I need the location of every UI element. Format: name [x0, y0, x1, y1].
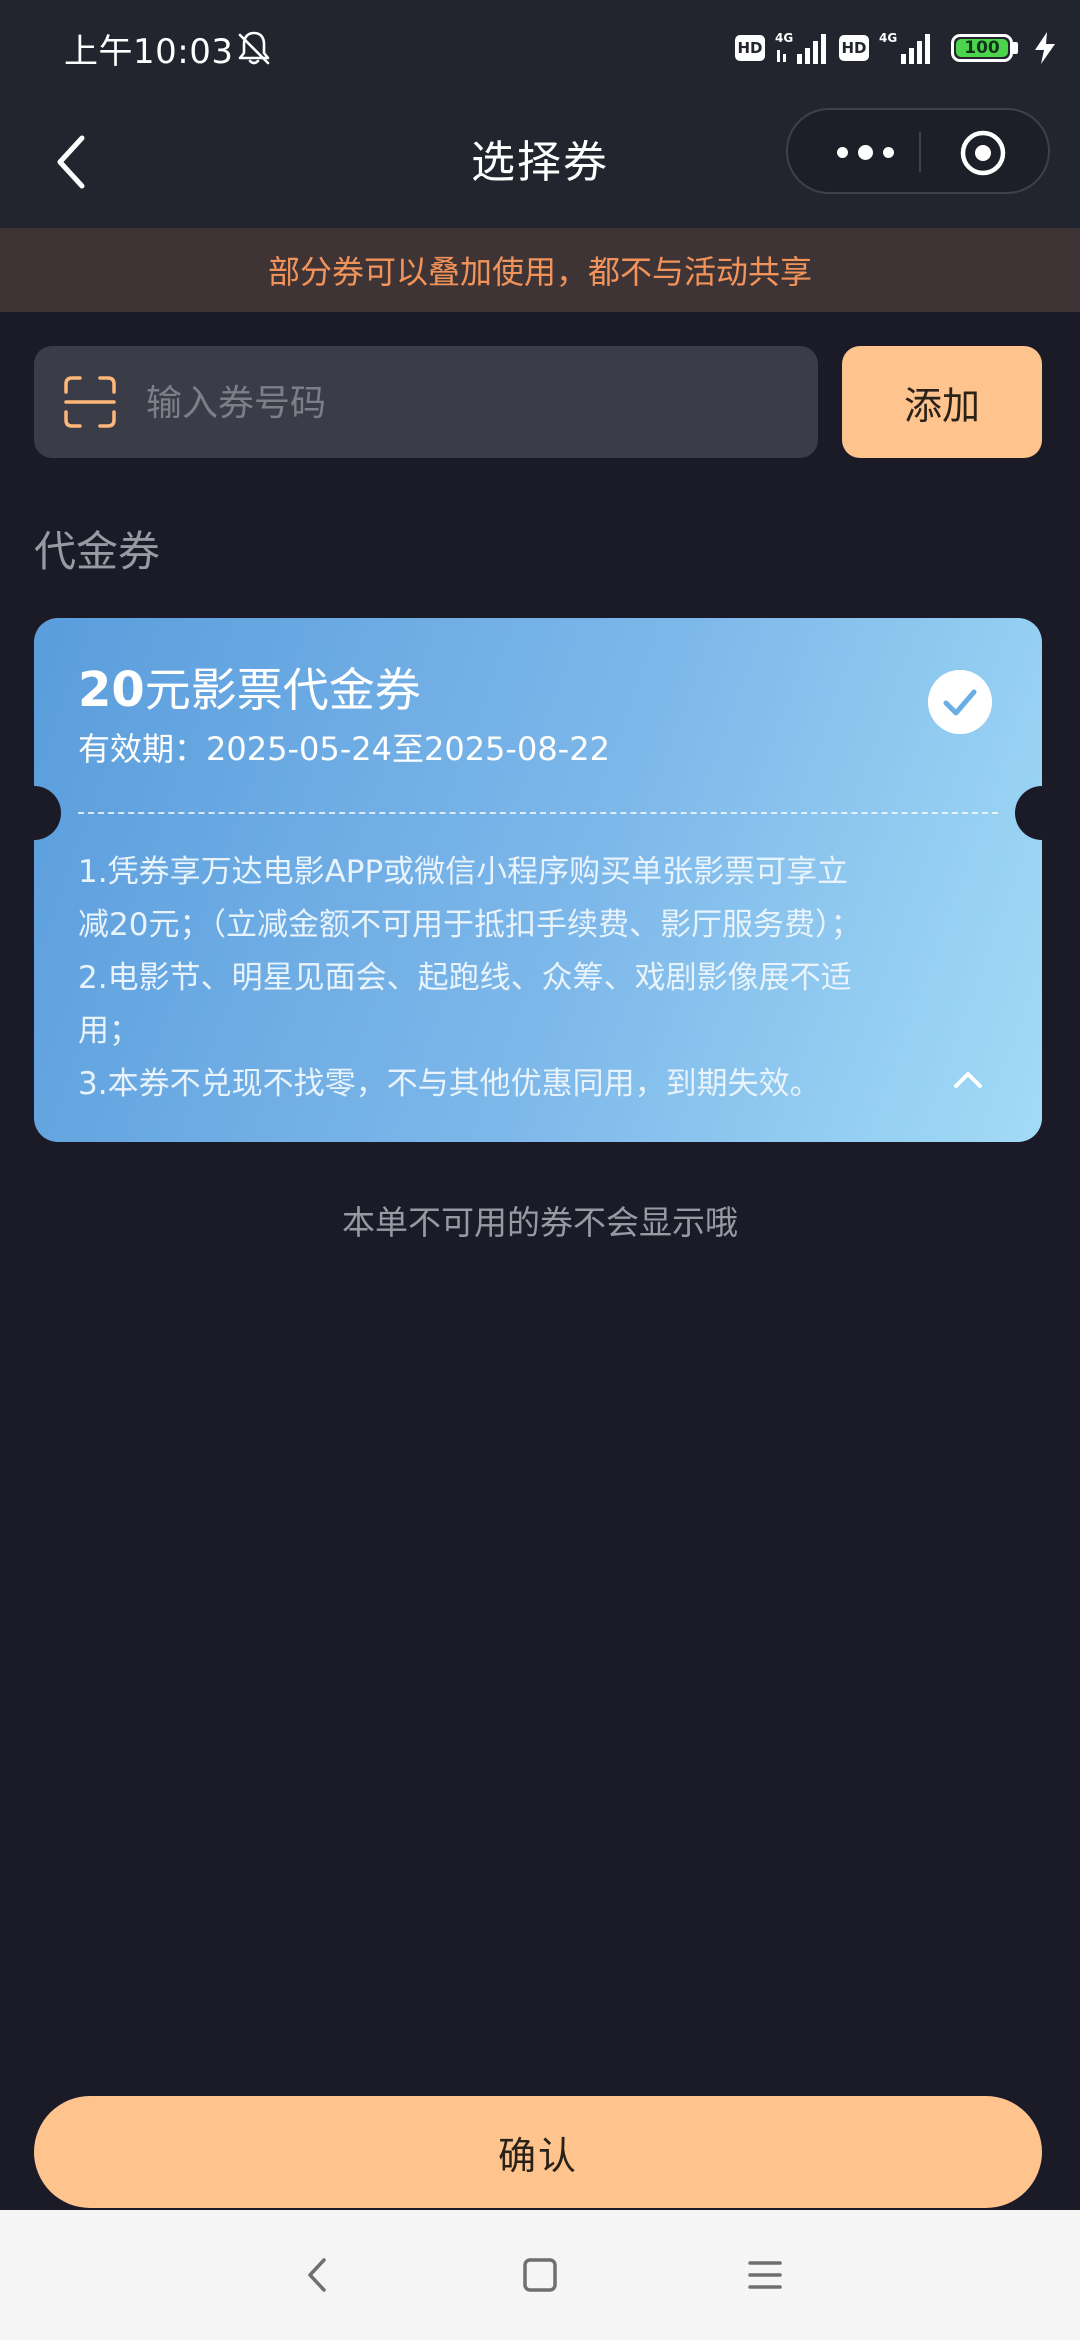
target-close-icon[interactable]: [960, 130, 1006, 176]
add-coupon-button[interactable]: 添加: [842, 346, 1042, 458]
chevron-up-icon[interactable]: [946, 1058, 990, 1102]
coupon-rule-line: 2.电影节、明星见面会、起跑线、众筹、戏剧影像展不适: [78, 960, 852, 996]
battery-level: 100: [956, 38, 1008, 58]
confirm-button[interactable]: 确认: [34, 2096, 1042, 2208]
system-nav-bar: [0, 2210, 1080, 2340]
coupon-title: 20 元影票代金券: [78, 654, 421, 720]
coupon-rule-line: 1.凭券享万达电影APP或微信小程序购买单张影票可享立: [78, 854, 849, 890]
scan-icon[interactable]: [62, 374, 118, 430]
miniprogram-capsule: [786, 108, 1050, 194]
hd-badge: HD: [839, 35, 869, 61]
coupon-code-input[interactable]: [144, 346, 788, 460]
system-home-icon[interactable]: [515, 2250, 565, 2300]
hd-badge: HD: [735, 35, 765, 61]
coupon-rules: 1.凭券享万达电影APP或微信小程序购买单张影票可享立 减20元；（立减金额不可…: [78, 846, 958, 1111]
network-label: 4G: [775, 31, 793, 45]
coupon-rule-line: 3.本券不兑现不找零，不与其他优惠同用，到期失效。: [78, 1066, 821, 1102]
status-bar: 上午10:03 HD 4G HD 4G 100: [0, 0, 1080, 96]
signal-4g-icon: 4G: [775, 31, 826, 64]
more-dots-icon[interactable]: [828, 132, 902, 172]
unavailable-hint: 本单不可用的券不会显示哦: [342, 1203, 738, 1242]
signal-4g-icon: 4G: [879, 31, 930, 64]
system-back-icon[interactable]: [294, 2250, 344, 2300]
notice-text: 部分券可以叠加使用，都不与活动共享: [267, 253, 812, 291]
coupon-code-field: [34, 346, 818, 460]
coupon-divider: [78, 812, 998, 814]
status-indicators: HD 4G HD 4G 100: [735, 26, 1058, 70]
charging-icon: [1035, 32, 1055, 64]
coupon-amount: 20: [78, 662, 145, 718]
nav-bar: 选择券: [0, 96, 1080, 228]
status-time: 上午10:03: [64, 32, 234, 72]
coupon-notch: [1015, 786, 1042, 840]
capsule-divider: [919, 132, 921, 172]
coupon-card[interactable]: 20 元影票代金券 有效期：2025-05-24至2025-08-22 1.凭券…: [34, 618, 1042, 1142]
coupon-title-text: 元影票代金券: [144, 663, 421, 717]
network-label: 4G: [879, 31, 897, 45]
bell-off-icon: [238, 31, 270, 65]
system-menu-icon[interactable]: [740, 2250, 790, 2300]
notice-banner: 部分券可以叠加使用，都不与活动共享: [0, 228, 1080, 312]
coupon-validity: 有效期：2025-05-24至2025-08-22: [78, 730, 610, 768]
section-title: 代金券: [34, 527, 161, 576]
check-circle-icon[interactable]: [928, 670, 992, 734]
coupon-rule-line: 减20元；（立减金额不可用于抵扣手续费、影厅服务费）；: [78, 907, 862, 943]
coupon-rule-line: 用；: [78, 1013, 140, 1049]
battery-indicator: 100: [951, 34, 1018, 62]
coupon-notch: [34, 786, 61, 840]
